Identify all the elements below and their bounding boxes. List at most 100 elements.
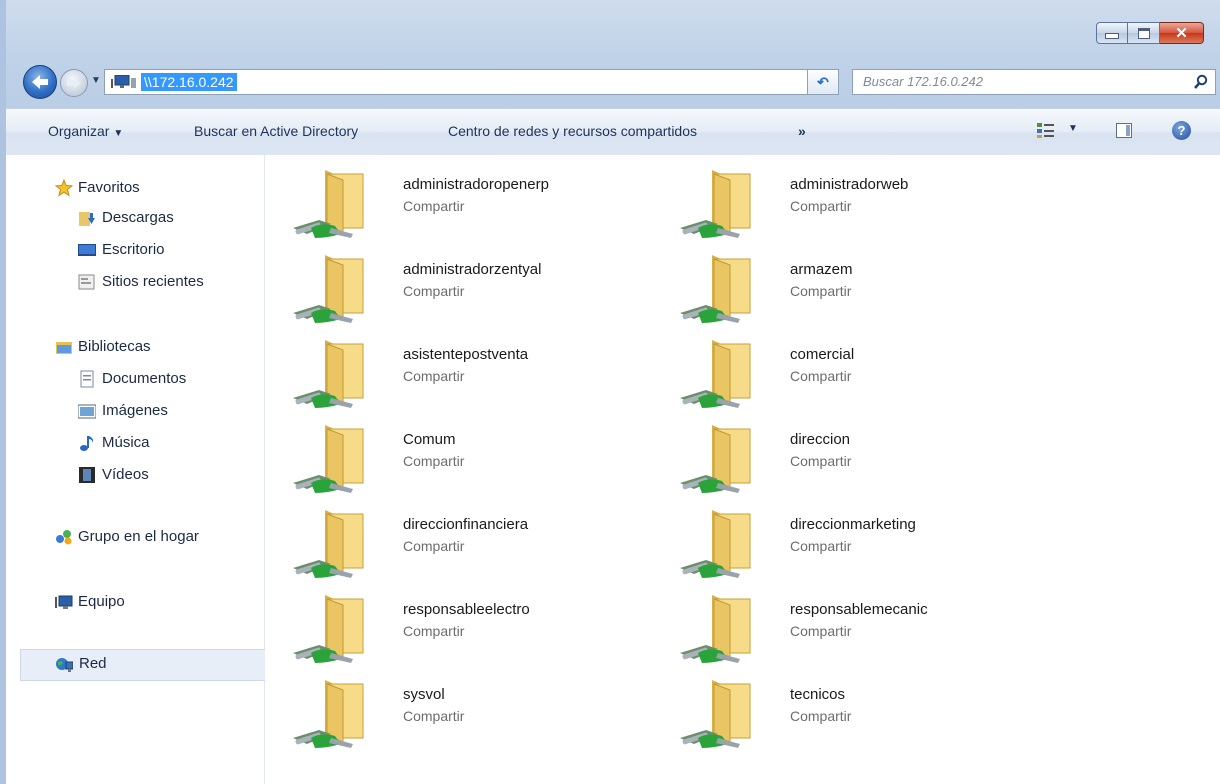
organize-button[interactable]: Organizar ▼ [48, 123, 123, 139]
share-name: sysvol [403, 686, 445, 703]
search-icon[interactable] [1193, 74, 1209, 90]
share-type: Compartir [403, 623, 465, 639]
share-type: Compartir [790, 453, 852, 469]
desktop-icon [78, 244, 96, 256]
title-bar: ✕ [6, 0, 1220, 60]
libraries-icon [56, 342, 72, 354]
shared-folder-icon [680, 255, 751, 323]
share-type: Compartir [403, 453, 465, 469]
nav-documents[interactable]: Documentos [6, 364, 264, 394]
help-icon: ? [1177, 123, 1186, 138]
share-type: Compartir [790, 368, 852, 384]
nav-documents-label: Documentos [102, 370, 187, 387]
nav-desktop[interactable]: Escritorio [6, 235, 264, 265]
shared-folder-item[interactable]: Comum Compartir [291, 423, 651, 503]
videos-icon [79, 467, 95, 483]
active-directory-button[interactable]: Buscar en Active Directory [194, 123, 358, 139]
preview-pane-button[interactable] [1116, 123, 1132, 138]
forward-button[interactable] [60, 69, 88, 97]
refresh-button[interactable]: ↶ [807, 69, 839, 95]
nav-network-label: Red [79, 655, 107, 672]
shared-folder-icon [293, 680, 364, 748]
file-list: administradoropenerp Compartir administra… [265, 155, 1220, 784]
recent-places-icon [78, 274, 95, 290]
nav-downloads-label: Descargas [102, 209, 174, 226]
close-icon: ✕ [1175, 24, 1188, 42]
nav-music[interactable]: Música [6, 428, 264, 458]
music-icon [80, 436, 94, 451]
minimize-button[interactable] [1096, 22, 1128, 44]
nav-videos[interactable]: Vídeos [6, 460, 264, 490]
shared-folder-item[interactable]: direccionfinanciera Compartir [291, 508, 651, 588]
minimize-icon [1105, 33, 1119, 39]
nav-computer[interactable]: Equipo [6, 587, 264, 617]
network-computer-icon [111, 75, 136, 88]
shared-folder-item[interactable]: responsableelectro Compartir [291, 593, 651, 673]
nav-pictures-label: Imágenes [102, 402, 168, 419]
more-commands-button[interactable]: » [798, 123, 806, 139]
pictures-icon [78, 404, 96, 419]
share-type: Compartir [790, 623, 852, 639]
organize-label: Organizar [48, 123, 110, 139]
share-name: armazem [790, 261, 853, 278]
homegroup-icon [56, 530, 72, 545]
nav-homegroup-label: Grupo en el hogar [78, 528, 199, 545]
shared-folder-icon [680, 680, 751, 748]
shared-folder-item[interactable]: administradorweb Compartir [678, 168, 1038, 248]
shared-folder-icon [680, 340, 751, 408]
nav-homegroup[interactable]: Grupo en el hogar [6, 522, 264, 552]
nav-favorites[interactable]: Favoritos [6, 173, 264, 203]
shared-folder-icon [293, 425, 364, 493]
shared-folder-item[interactable]: direccion Compartir [678, 423, 1038, 503]
nav-downloads[interactable]: Descargas [6, 203, 264, 233]
shared-folder-item[interactable]: tecnicos Compartir [678, 678, 1038, 758]
navigation-pane: Favoritos Descargas Escritorio Sitios re… [6, 155, 272, 784]
share-type: Compartir [790, 708, 852, 724]
nav-recent-places-label: Sitios recientes [102, 273, 204, 290]
share-name: direccionmarketing [790, 516, 916, 533]
nav-pictures[interactable]: Imágenes [6, 396, 264, 426]
shared-folder-item[interactable]: administradoropenerp Compartir [291, 168, 651, 248]
window-controls: ✕ [1096, 22, 1204, 44]
shared-folder-item[interactable]: administradorzentyal Compartir [291, 253, 651, 333]
shared-folder-item[interactable]: direccionmarketing Compartir [678, 508, 1038, 588]
help-button[interactable]: ? [1172, 121, 1191, 140]
documents-icon [80, 370, 94, 388]
share-name: responsableelectro [403, 601, 530, 618]
shared-folder-item[interactable]: asistentepostventa Compartir [291, 338, 651, 418]
share-name: responsablemecanic [790, 601, 928, 618]
shared-folder-icon [680, 510, 751, 578]
shared-folder-icon [680, 425, 751, 493]
forward-arrow-icon [67, 77, 81, 89]
change-view-icon[interactable] [1036, 121, 1056, 139]
nav-network[interactable]: Red [20, 649, 272, 681]
nav-favorites-label: Favoritos [78, 179, 140, 196]
organize-dropdown-icon: ▼ [113, 128, 124, 139]
explorer-window: ✕ ▼ \\172.16.0.242 ▼ ↶ Buscar 172.16.0.2… [0, 0, 1220, 784]
search-box[interactable]: Buscar 172.16.0.242 [852, 69, 1216, 95]
shared-folder-item[interactable]: responsablemecanic Compartir [678, 593, 1038, 673]
shared-folder-item[interactable]: armazem Compartir [678, 253, 1038, 333]
share-name: administradoropenerp [403, 176, 549, 193]
share-type: Compartir [403, 283, 465, 299]
share-type: Compartir [403, 368, 465, 384]
address-bar[interactable]: \\172.16.0.242 ▼ [104, 69, 834, 95]
view-options-dropdown[interactable]: ▼ [1068, 123, 1078, 134]
shared-folder-item[interactable]: sysvol Compartir [291, 678, 651, 758]
shared-folder-icon [293, 595, 364, 663]
share-name: direccionfinanciera [403, 516, 529, 533]
search-placeholder: Buscar 172.16.0.242 [863, 74, 983, 89]
nav-libraries[interactable]: Bibliotecas [6, 332, 264, 362]
share-name: administradorzentyal [403, 261, 542, 278]
network-center-button[interactable]: Centro de redes y recursos compartidos [448, 123, 697, 139]
share-name: administradorweb [790, 176, 909, 193]
close-button[interactable]: ✕ [1160, 22, 1204, 44]
shared-folder-item[interactable]: comercial Compartir [678, 338, 1038, 418]
back-button[interactable] [23, 65, 57, 99]
nav-recent-places[interactable]: Sitios recientes [6, 267, 264, 297]
navigation-row: ▼ \\172.16.0.242 ▼ ↶ Buscar 172.16.0.242 [6, 64, 1220, 100]
maximize-button[interactable] [1128, 22, 1160, 44]
recent-pages-dropdown[interactable]: ▼ [91, 75, 101, 86]
back-arrow-icon [32, 75, 48, 89]
address-path[interactable]: \\172.16.0.242 [141, 73, 237, 91]
